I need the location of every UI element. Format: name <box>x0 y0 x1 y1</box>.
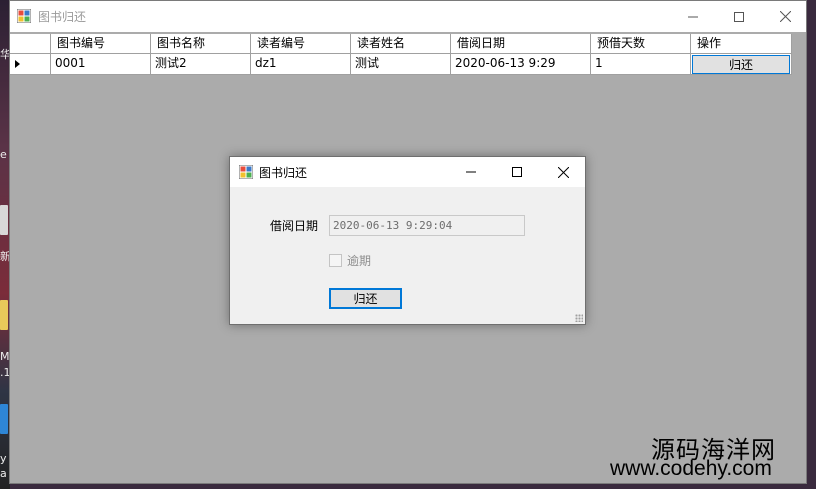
return-button[interactable]: 归还 <box>692 55 790 74</box>
dialog-title-bar[interactable]: 图书归还 <box>230 157 585 187</box>
desktop-icon[interactable] <box>0 300 8 330</box>
dialog-close-button[interactable] <box>540 157 586 187</box>
title-bar[interactable]: 图书归还 <box>10 1 806 32</box>
cell-book-name[interactable]: 测试2 <box>151 54 251 75</box>
column-header-book-id[interactable]: 图书编号 <box>51 34 151 54</box>
close-icon <box>779 11 791 22</box>
minimize-icon <box>466 171 476 173</box>
resize-grip-icon[interactable] <box>575 314 583 322</box>
maximize-button[interactable] <box>716 1 762 32</box>
maximize-icon <box>512 167 522 177</box>
cell-book-id[interactable]: 0001 <box>51 54 151 75</box>
minimize-button[interactable] <box>670 1 716 32</box>
window-title: 图书归还 <box>38 10 87 24</box>
return-dialog: 图书归还 借阅日期 逾期 归还 <box>229 156 586 325</box>
dialog-title: 图书归还 <box>259 166 308 180</box>
overdue-label: 逾期 <box>347 254 372 268</box>
table-row[interactable]: 0001 测试2 dz1 测试 2020-06-13 9:29 1 归还 <box>10 54 792 75</box>
desktop-icon[interactable] <box>0 205 8 235</box>
cell-reader-id[interactable]: dz1 <box>251 54 351 75</box>
app-icon <box>17 9 31 23</box>
desktop-icon[interactable] <box>0 404 8 434</box>
cell-reader-name[interactable]: 测试 <box>351 54 451 75</box>
grid-header-row: 图书编号 图书名称 读者编号 读者姓名 借阅日期 预借天数 操作 <box>10 34 792 54</box>
overdue-checkbox[interactable] <box>329 254 342 267</box>
column-header-action[interactable]: 操作 <box>691 34 792 54</box>
row-selector-arrow-icon <box>15 60 20 68</box>
cell-days[interactable]: 1 <box>591 54 691 75</box>
column-header-borrow-date[interactable]: 借阅日期 <box>451 34 591 54</box>
maximize-icon <box>734 11 744 22</box>
borrow-date-label: 借阅日期 <box>270 219 319 233</box>
borrow-date-field[interactable] <box>329 215 525 236</box>
cell-borrow-date[interactable]: 2020-06-13 9:29 <box>451 54 591 75</box>
dialog-return-button[interactable]: 归还 <box>329 288 402 309</box>
dialog-maximize-button[interactable] <box>494 157 540 187</box>
close-icon <box>557 166 569 178</box>
cell-action: 归还 <box>691 54 792 75</box>
row-header[interactable] <box>10 54 51 75</box>
dialog-minimize-button[interactable] <box>448 157 494 187</box>
row-header-corner[interactable] <box>10 34 51 54</box>
column-header-book-name[interactable]: 图书名称 <box>151 34 251 54</box>
app-icon <box>239 165 253 179</box>
watermark-url: www.codehy.com <box>610 457 772 480</box>
column-header-reader-name[interactable]: 读者姓名 <box>351 34 451 54</box>
column-header-reader-id[interactable]: 读者编号 <box>251 34 351 54</box>
close-button[interactable] <box>762 1 808 32</box>
minimize-icon <box>688 16 698 17</box>
column-header-days[interactable]: 预借天数 <box>591 34 691 54</box>
borrow-records-grid: 图书编号 图书名称 读者编号 读者姓名 借阅日期 预借天数 操作 0001 测试… <box>10 34 792 76</box>
overdue-checkbox-wrap[interactable]: 逾期 <box>329 252 371 269</box>
